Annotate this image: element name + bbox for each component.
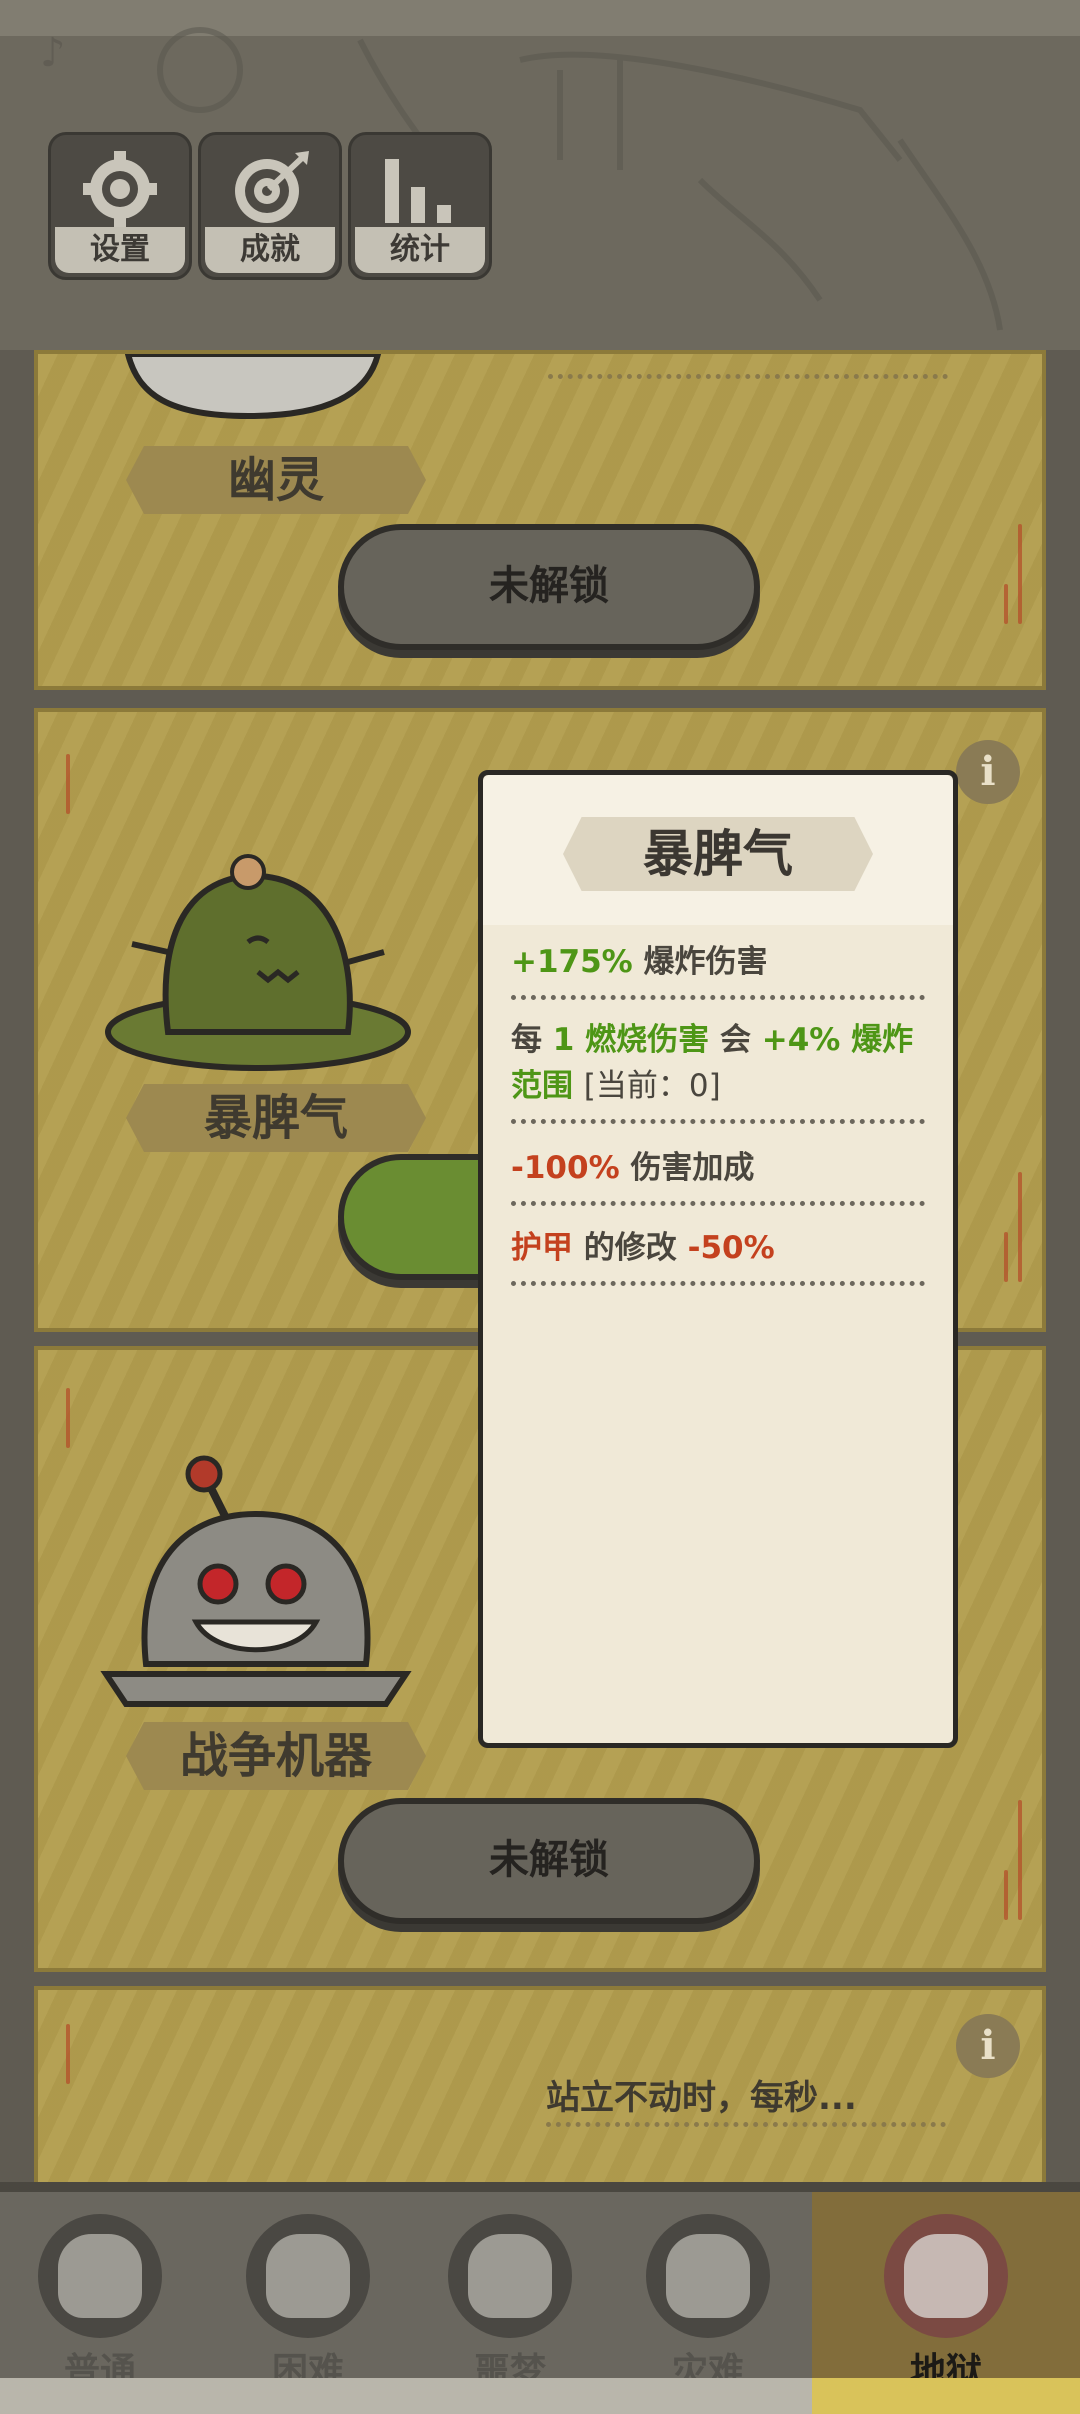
- stat-separator: [546, 2122, 946, 2127]
- decor-scratch: [66, 754, 70, 814]
- achievements-button[interactable]: 成就: [198, 132, 342, 280]
- settings-button[interactable]: 设置: [48, 132, 192, 280]
- character-card-ghost: 幽灵 未解锁: [34, 350, 1046, 690]
- stat-text: 每: [511, 1022, 542, 1058]
- target-icon: [235, 151, 309, 223]
- ability-description: 站立不动时，每秒...: [546, 2078, 857, 2118]
- stat-value: 范围: [511, 1068, 573, 1104]
- stat-value: 1 燃烧伤害: [552, 1022, 710, 1058]
- unlock-button[interactable]: 未解锁: [338, 524, 760, 650]
- stat-line: -100% 伤害加成: [511, 1145, 925, 1191]
- stat-value: -50%: [687, 1230, 775, 1266]
- unlock-button[interactable]: 未解锁: [338, 1798, 760, 1924]
- decor-scratch: [1018, 1800, 1022, 1920]
- settings-label: 设置: [55, 227, 185, 273]
- stat-separator: [511, 1281, 925, 1286]
- stat-separator: [511, 995, 925, 1000]
- stats-button[interactable]: 统计: [348, 132, 492, 280]
- nightmare-monster-icon: [448, 2214, 572, 2338]
- decor-scratch: [66, 2024, 70, 2084]
- info-button[interactable]: i: [956, 2014, 1020, 2078]
- hell-monster-icon: [884, 2214, 1008, 2338]
- character-name: 幽灵: [126, 446, 426, 514]
- stat-text: 伤害加成: [630, 1150, 755, 1186]
- decor-scratch: [1004, 584, 1008, 624]
- stat-value: +175%: [511, 944, 633, 980]
- grumpy-character-image: [105, 854, 411, 1071]
- stat-text: 的修改: [583, 1230, 677, 1266]
- stat-line: +175% 爆炸伤害: [511, 939, 925, 985]
- war-machine-character-image: [100, 1455, 412, 1707]
- normal-monster-icon: [38, 2214, 162, 2338]
- stat-text: [当前：0]: [583, 1068, 721, 1104]
- decor-scratch: [1004, 1870, 1008, 1920]
- stat-line: 每 1 燃烧伤害 会 +4% 爆炸 范围 [当前：0]: [511, 1017, 925, 1109]
- info-button[interactable]: i: [956, 740, 1020, 804]
- decor-scratch: [1004, 1232, 1008, 1282]
- active-tab-indicator: [812, 2378, 1080, 2414]
- disaster-monster-icon: [646, 2214, 770, 2338]
- stat-value: -100%: [511, 1150, 620, 1186]
- stat-separator: [511, 1201, 925, 1206]
- gear-icon: [83, 151, 157, 227]
- stat-text: 爆炸伤害: [643, 944, 768, 980]
- popup-title: 暴脾气: [563, 817, 873, 891]
- stat-separator: [511, 1119, 925, 1124]
- character-name: 战争机器: [126, 1722, 426, 1790]
- top-header: ♪ 设置 成就 统计: [0, 0, 1080, 350]
- stat-value: 护甲: [511, 1230, 573, 1266]
- achievements-label: 成就: [205, 227, 335, 273]
- character-name: 暴脾气: [126, 1084, 426, 1152]
- bottom-indicator-strip: [0, 2378, 1080, 2414]
- character-card-next: i 站立不动时，每秒...: [34, 1986, 1046, 2206]
- stat-text: 会: [719, 1022, 751, 1058]
- stat-separator: [548, 374, 948, 379]
- bar-chart-icon: [385, 159, 451, 223]
- ghost-character-image: [124, 354, 382, 420]
- decor-scratch: [66, 1388, 70, 1448]
- decor-scratch: [1018, 524, 1022, 624]
- hard-monster-icon: [246, 2214, 370, 2338]
- stat-line: 护甲 的修改 -50%: [511, 1225, 925, 1271]
- stats-label: 统计: [355, 227, 485, 273]
- stat-value: +4% 爆炸: [761, 1022, 914, 1058]
- character-info-popup: 暴脾气 +175% 爆炸伤害 每 1 燃烧伤害 会 +4% 爆炸 范围 [当前：…: [478, 770, 958, 1748]
- decor-scratch: [1018, 1172, 1022, 1282]
